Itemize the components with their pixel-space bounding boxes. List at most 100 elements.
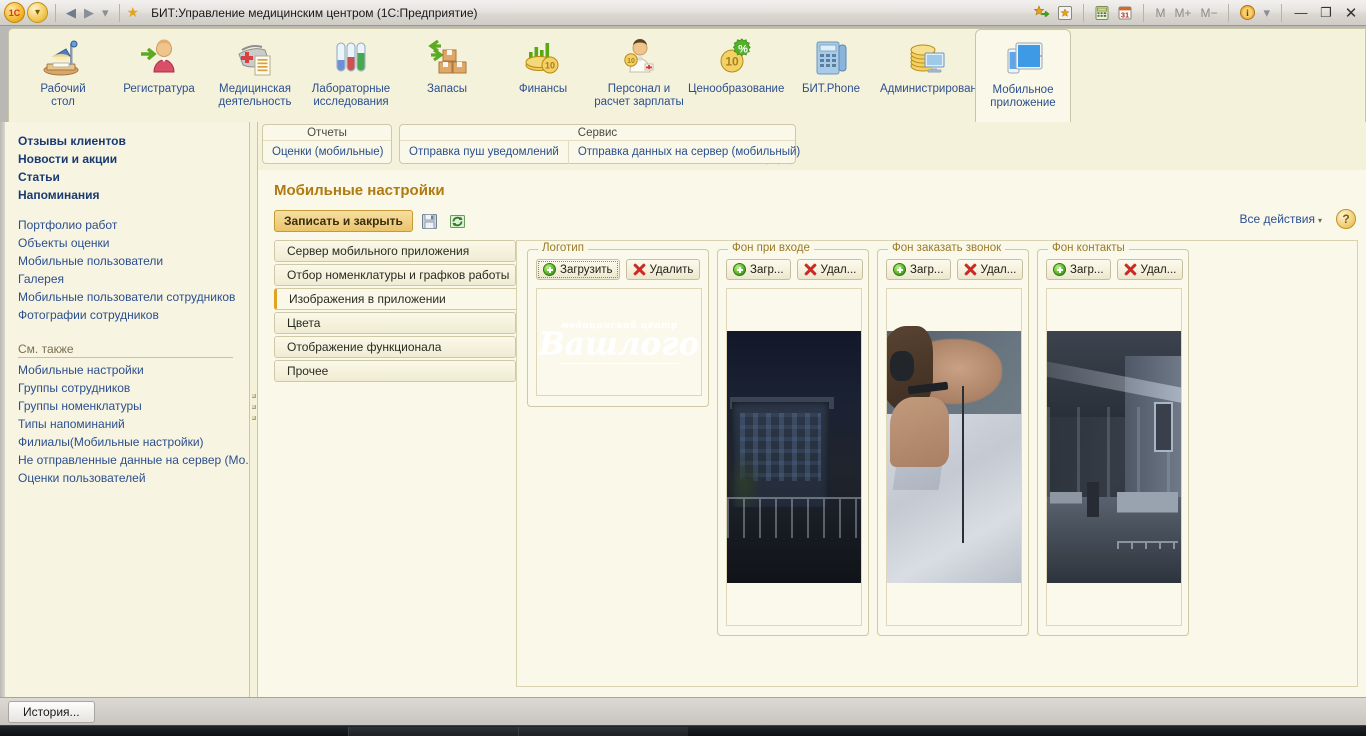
back-arrow-icon[interactable]: ◀ [63,5,79,21]
taskbar-item[interactable] [348,727,518,736]
memory-recall-button[interactable]: M [1152,6,1168,20]
main-menu-button[interactable]: ▾ [27,2,48,23]
taskbar-item[interactable] [518,727,688,736]
callback-bg-preview[interactable] [886,288,1022,626]
section-label: Рабочийстол [40,83,85,109]
nav-item-mobilnye-polzovateli-sotrudnikov[interactable]: Мобильные пользователи сотрудников [18,288,249,306]
photo-call-operator [887,331,1021,583]
nav-item-mobilnye-nastroyki[interactable]: Мобильные настройки [18,361,249,379]
section-label: Персонал ирасчет зарплаты [594,83,684,109]
section-laboratornye-issledovaniya[interactable]: Лабораторныеисследования [303,29,399,121]
help-button[interactable]: ? [1336,209,1356,229]
group-buttons: Загр... Удал... [878,250,1028,280]
nav-item-filialy[interactable]: Филиалы(Мобильные настройки) [18,433,249,451]
calculator-icon[interactable] [1092,3,1112,23]
close-button[interactable]: ✕ [1340,3,1362,23]
tab-cveta[interactable]: Цвета [274,312,516,334]
history-button[interactable]: История... [8,701,95,723]
refresh-icon[interactable] [447,211,469,232]
memory-subtract-button[interactable]: M− [1197,6,1220,20]
save-disk-icon[interactable] [419,211,441,232]
save-and-close-button[interactable]: Записать и закрыть [274,210,413,232]
delete-contacts-bg-button[interactable]: Удал... [1117,259,1184,280]
nav-item-stati[interactable]: Статьи [18,168,249,186]
contacts-bg-preview[interactable] [1046,288,1182,626]
forward-arrow-icon[interactable]: ▶ [81,5,97,21]
nav-item-ne-otpravlennye-dannye[interactable]: Не отправленные данные на сервер (Мо... [18,451,249,469]
info-menu-caret-icon[interactable]: ▾ [1260,5,1273,21]
delete-login-bg-button[interactable]: Удал... [797,259,864,280]
tab-server-mobilnogo-prilozheniya[interactable]: Сервер мобильного приложения [274,240,516,262]
section-zapasy[interactable]: Запасы [399,29,495,121]
section-registratura[interactable]: Регистратура [111,29,207,121]
section-bit-phone[interactable]: БИТ.Phone [783,29,879,121]
window-title-bar: 1C ▾ ◀ ▶ ▾ ★ БИТ:Управление медицинским … [0,0,1366,26]
test-tubes-icon [328,35,374,81]
group-buttons: Загрузить Удалить [528,250,708,280]
minimize-button[interactable]: — [1290,3,1312,23]
group-legend: Фон контакты [1048,242,1129,254]
command-otpravka-dannyh[interactable]: Отправка данных на сервер (мобильный) [568,141,809,164]
command-ocenki-mobilnye[interactable]: Оценки (мобильные) [263,141,393,164]
nav-item-napominaniya[interactable]: Напоминания [18,186,249,204]
plus-circle-icon [733,263,746,276]
section-cenoobrazovanie[interactable]: 10 % Ценообразование [687,29,783,121]
nav-item-gruppy-nomenklatury[interactable]: Группы номенклатуры [18,397,249,415]
section-rabochiy-stol[interactable]: Рабочийстол [15,29,111,121]
tab-prochee[interactable]: Прочее [274,360,516,382]
restore-button[interactable]: ❐ [1315,3,1337,23]
section-label: Финансы [519,83,567,96]
nav-item-novosti-i-akcii[interactable]: Новости и акции [18,150,249,168]
upload-callback-bg-button[interactable]: Загр... [886,259,951,280]
logo-preview[interactable]: медицинский центр Вашлого [536,288,702,396]
doctor-coin-icon: 10 [616,35,662,81]
upload-logo-button[interactable]: Загрузить [536,259,620,280]
nav-item-otzyvy-klientov[interactable]: Отзывы клиентов [18,132,249,150]
delete-logo-button[interactable]: Удалить [626,259,701,280]
calendar-icon[interactable]: 31 [1115,3,1135,23]
nav-item-fotografii-sotrudnikov[interactable]: Фотографии сотрудников [18,306,249,324]
nav-item-tipy-napominaniy[interactable]: Типы напоминаний [18,415,249,433]
upload-login-bg-button[interactable]: Загр... [726,259,791,280]
section-administrirovanie[interactable]: Администрирование [879,29,975,121]
nav-item-mobilnye-polzovateli[interactable]: Мобильные пользователи [18,252,249,270]
os-taskbar[interactable] [0,725,1366,736]
section-medicinskaya-deyatelnost[interactable]: Медицинскаядеятельность [207,29,303,121]
section-finansy[interactable]: 10 Финансы [495,29,591,121]
navigation-splitter[interactable] [250,122,258,697]
splitter-grip [252,416,256,420]
memory-add-button[interactable]: M+ [1171,6,1194,20]
upload-contacts-bg-button[interactable]: Загр... [1046,259,1111,280]
app-logo-icon[interactable]: 1C [4,2,25,23]
tab-izobrazheniya-v-prilozhenii[interactable]: Изображения в приложении [274,288,522,310]
group-logotip: Логотип Загрузить Удалить медицинский це… [527,249,709,407]
plus-circle-icon [1053,263,1066,276]
section-mobilnoe-prilozhenie[interactable]: Мобильноеприложение [975,29,1071,123]
spacer [18,324,249,336]
button-label: Удал... [821,264,857,276]
plus-circle-icon [543,263,556,276]
favorites-list-icon[interactable] [1055,3,1075,23]
nav-item-galereya[interactable]: Галерея [18,270,249,288]
star-icon[interactable]: ★ [127,4,140,21]
tab-otbor-nomenklatury[interactable]: Отбор номенклатуры и графков работы [274,264,516,286]
group-items: Оценки (мобильные) [263,141,391,164]
boxes-icon [424,35,470,81]
nav-item-ocenki-polzovateley[interactable]: Оценки пользователей [18,469,249,487]
command-otpravka-push[interactable]: Отправка пуш уведомлений [400,141,568,164]
svg-text:10: 10 [725,55,739,69]
delete-callback-bg-button[interactable]: Удал... [957,259,1024,280]
info-icon[interactable]: i [1237,3,1257,23]
all-actions-menu[interactable]: Все действия▾ [1240,212,1322,226]
add-favorite-icon[interactable] [1032,3,1052,23]
red-x-icon [964,263,977,276]
login-bg-preview[interactable] [726,288,862,626]
nav-item-obekty-ocenki[interactable]: Объекты оценки [18,234,249,252]
chevron-down-icon[interactable]: ▾ [99,5,112,21]
group-title: Сервис [400,125,795,141]
button-label: Удал... [1141,264,1177,276]
nav-item-portfolio-rabot[interactable]: Портфолио работ [18,216,249,234]
tab-otobrazhenie-funkcionala[interactable]: Отображение функционала [274,336,516,358]
nav-item-gruppy-sotrudnikov[interactable]: Группы сотрудников [18,379,249,397]
section-personal-i-raschet-zarplaty[interactable]: 10 Персонал ирасчет зарплаты [591,29,687,121]
